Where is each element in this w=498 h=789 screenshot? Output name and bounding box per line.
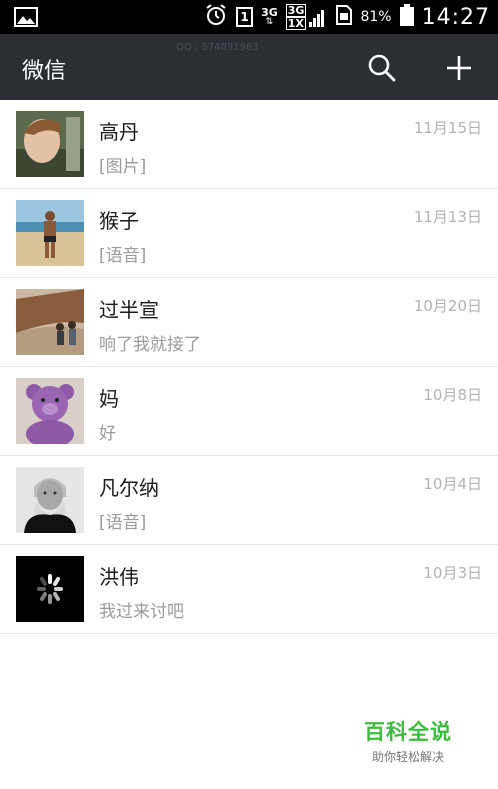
chat-time: 10月3日 bbox=[423, 564, 482, 582]
clock-time: 14:27 bbox=[421, 4, 490, 30]
sim-card-icon bbox=[336, 5, 353, 29]
app-title: 微信 bbox=[22, 59, 67, 84]
chat-item[interactable]: 猴子 [语音] 11月13日 bbox=[0, 189, 498, 278]
chat-preview: [语音] bbox=[99, 513, 147, 533]
chat-time: 10月8日 bbox=[423, 386, 482, 404]
battery-percent: 81% bbox=[360, 9, 392, 25]
chat-name: 洪伟 bbox=[99, 565, 139, 589]
brand-title: 百科全说 bbox=[364, 720, 452, 744]
chat-preview: 好 bbox=[99, 424, 116, 444]
chat-name: 高丹 bbox=[99, 120, 139, 144]
avatar bbox=[16, 111, 84, 177]
chat-time: 10月4日 bbox=[423, 475, 482, 493]
chat-time: 11月13日 bbox=[413, 208, 482, 226]
watermark-text: QQ : 574891963 bbox=[176, 42, 259, 53]
chat-item[interactable]: 凡尔纳 [语音] 10月4日 bbox=[0, 456, 498, 545]
brand-subtitle: 助你轻松解决 bbox=[371, 750, 444, 764]
signal-strength-icon: 3G 1X bbox=[285, 4, 329, 30]
alarm-clock-icon bbox=[204, 3, 228, 31]
chat-time: 10月20日 bbox=[413, 297, 482, 315]
plus-icon bbox=[447, 56, 471, 80]
chat-item[interactable]: 过半宣 响了我就接了 10月20日 bbox=[0, 278, 498, 367]
avatar bbox=[16, 200, 84, 266]
network-3g-indicator: 3G ⇅ bbox=[261, 6, 278, 27]
chat-preview: [语音] bbox=[99, 246, 147, 266]
chat-name: 凡尔纳 bbox=[99, 476, 159, 500]
search-button[interactable] bbox=[366, 52, 398, 84]
chat-list: 高丹 [图片] 11月15日 猴子 [语音] 11月13日 过半宣 响了我就接了… bbox=[0, 100, 498, 634]
chat-name: 过半宣 bbox=[99, 298, 159, 322]
avatar bbox=[16, 289, 84, 355]
chat-preview: [图片] bbox=[99, 157, 147, 177]
chat-name: 妈 bbox=[99, 387, 119, 411]
brand-watermark: 百科全说 助你轻松解决 bbox=[364, 716, 452, 765]
gallery-icon bbox=[14, 7, 38, 31]
avatar bbox=[16, 378, 84, 444]
battery-icon bbox=[399, 4, 414, 30]
add-button[interactable] bbox=[442, 51, 476, 85]
chat-preview: 响了我就接了 bbox=[99, 335, 201, 355]
status-indicators: 1 3G ⇅ 3G 1X 81% 14:27 bbox=[204, 0, 490, 34]
chat-item[interactable]: 妈 好 10月8日 bbox=[0, 367, 498, 456]
sim-slot-badge: 1 bbox=[236, 7, 254, 27]
app-header: 微信 QQ : 574891963 bbox=[0, 34, 498, 100]
chat-preview: 我过来讨吧 bbox=[99, 602, 184, 622]
chat-name: 猴子 bbox=[99, 209, 139, 233]
avatar bbox=[16, 556, 84, 622]
chat-item[interactable]: 洪伟 我过来讨吧 10月3日 bbox=[0, 545, 498, 634]
status-bar: 1 3G ⇅ 3G 1X 81% 14:27 bbox=[0, 0, 498, 34]
chat-time: 11月15日 bbox=[413, 119, 482, 137]
avatar bbox=[16, 467, 84, 533]
search-icon bbox=[368, 54, 396, 82]
chat-item[interactable]: 高丹 [图片] 11月15日 bbox=[0, 100, 498, 189]
